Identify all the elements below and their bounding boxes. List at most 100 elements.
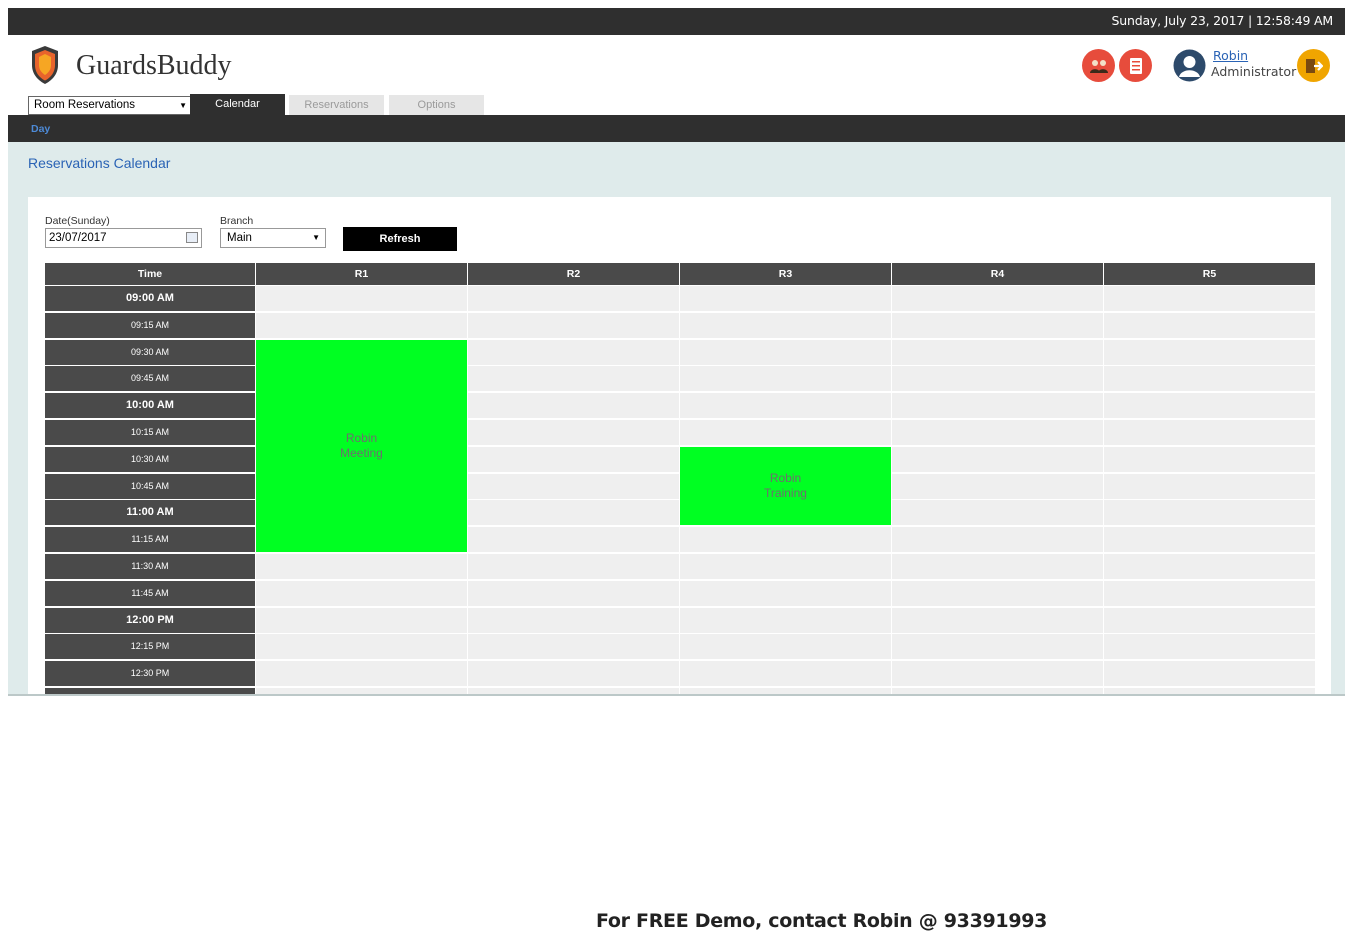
calendar-cell[interactable] [1104, 527, 1315, 553]
calendar-cell[interactable] [892, 634, 1103, 660]
calendar-icon[interactable] [186, 232, 198, 243]
branch-select[interactable]: Main ▼ [220, 228, 326, 248]
calendar-cell[interactable] [256, 312, 467, 338]
module-select[interactable]: Room Reservations ▼ [28, 96, 192, 115]
tab-calendar[interactable]: Calendar [190, 94, 285, 116]
user-name-link[interactable]: Robin [1213, 48, 1248, 63]
calendar-cell[interactable] [680, 339, 891, 365]
avatar-icon[interactable] [1173, 49, 1206, 82]
calendar-cell[interactable] [680, 607, 891, 633]
calendar-cell[interactable] [680, 286, 891, 311]
calendar-cell[interactable] [256, 634, 467, 660]
top-bar: Sunday, July 23, 2017 | 12:58:49 AM [8, 8, 1345, 35]
logout-icon[interactable] [1297, 49, 1330, 82]
calendar-cell[interactable] [468, 527, 679, 553]
calendar-cell[interactable] [468, 554, 679, 579]
calendar-cell[interactable] [892, 312, 1103, 338]
reservation-block[interactable]: Robin Training [680, 446, 891, 526]
time-slot-label: 12:30 PM [45, 661, 255, 687]
tab-options[interactable]: Options [389, 95, 484, 116]
calendar-cell[interactable] [892, 393, 1103, 419]
calendar-cell[interactable] [256, 661, 467, 687]
calendar-cell[interactable] [256, 286, 467, 311]
calendar-cell[interactable] [468, 366, 679, 392]
calendar-cell[interactable] [892, 473, 1103, 499]
users-icon[interactable] [1082, 49, 1115, 82]
calendar-cell[interactable] [1104, 634, 1315, 660]
calendar-cell[interactable] [1104, 500, 1315, 526]
room-header-r5: R5 [1104, 263, 1315, 285]
calendar-cell[interactable] [1104, 661, 1315, 687]
calendar-cell[interactable] [892, 339, 1103, 365]
calendar-cell[interactable] [468, 312, 679, 338]
calendar-cell[interactable] [468, 393, 679, 419]
calendar-cell[interactable] [1104, 393, 1315, 419]
calendar-cell[interactable] [1104, 554, 1315, 579]
calendar-cell[interactable] [892, 420, 1103, 445]
time-slot-label: 09:00 AM [45, 286, 255, 311]
brand-name: GuardsBuddy [76, 50, 232, 81]
calendar-cell[interactable] [1104, 366, 1315, 392]
calendar-cell[interactable] [680, 554, 891, 579]
calendar-cell[interactable] [1104, 339, 1315, 365]
calendar-cell[interactable] [1104, 420, 1315, 445]
calendar-cell[interactable] [256, 580, 467, 606]
calendar-cell[interactable] [680, 527, 891, 553]
calendar-cell[interactable] [1104, 580, 1315, 606]
refresh-button[interactable]: Refresh [343, 227, 457, 251]
date-field[interactable]: 23/07/2017 [45, 228, 202, 248]
calendar-cell[interactable] [680, 420, 891, 445]
calendar-cell[interactable] [680, 580, 891, 606]
report-icon[interactable] [1119, 49, 1152, 82]
tab-reservations[interactable]: Reservations [289, 95, 384, 116]
calendar-cell[interactable] [680, 661, 891, 687]
datetime-display: Sunday, July 23, 2017 | 12:58:49 AM [1111, 13, 1334, 28]
time-slot-label: 09:15 AM [45, 312, 255, 338]
app-window: Sunday, July 23, 2017 | 12:58:49 AM Guar… [8, 8, 1345, 694]
calendar-cell[interactable] [468, 580, 679, 606]
time-slot-label: 10:00 AM [45, 393, 255, 419]
calendar-cell[interactable] [892, 366, 1103, 392]
calendar-cell[interactable] [468, 339, 679, 365]
calendar-cell[interactable] [468, 473, 679, 499]
calendar-cell[interactable] [468, 607, 679, 633]
calendar-cell[interactable] [680, 366, 891, 392]
calendar-cell[interactable] [892, 527, 1103, 553]
calendar-cell[interactable] [680, 393, 891, 419]
calendar-cell[interactable] [892, 580, 1103, 606]
room-header-r2: R2 [468, 263, 679, 285]
calendar-cell[interactable] [256, 607, 467, 633]
calendar-cell[interactable] [892, 554, 1103, 579]
calendar-cell[interactable] [468, 420, 679, 445]
calendar-cell[interactable] [468, 500, 679, 526]
calendar-cell[interactable] [680, 634, 891, 660]
nav-day[interactable]: Day [31, 123, 50, 135]
page-title: Reservations Calendar [28, 155, 171, 171]
calendar-cell[interactable] [468, 634, 679, 660]
calendar-cell[interactable] [468, 286, 679, 311]
calendar-cell[interactable] [468, 661, 679, 687]
date-label: Date(Sunday) [45, 215, 110, 227]
calendar-cell[interactable] [892, 661, 1103, 687]
calendar-cell[interactable] [1104, 286, 1315, 311]
time-slot-label: 10:45 AM [45, 473, 255, 499]
sub-nav-bar: Day [8, 115, 1345, 142]
calendar-cell[interactable] [892, 286, 1103, 311]
calendar-cell[interactable] [892, 607, 1103, 633]
calendar-cell[interactable] [892, 500, 1103, 526]
calendar-cell[interactable] [680, 312, 891, 338]
calendar-cell[interactable] [256, 554, 467, 579]
calendar-cell[interactable] [1104, 607, 1315, 633]
reservation-text: Robin Meeting [340, 431, 383, 461]
calendar-cell[interactable] [468, 446, 679, 472]
calendar-cell[interactable] [1104, 473, 1315, 499]
reservation-block[interactable]: Robin Meeting [256, 339, 467, 553]
calendar-cell[interactable] [892, 446, 1103, 472]
room-header-r1: R1 [256, 263, 467, 285]
chevron-down-icon: ▼ [312, 233, 320, 242]
calendar-cell[interactable] [1104, 446, 1315, 472]
chevron-down-icon: ▼ [179, 101, 187, 110]
reservation-text: Robin Training [764, 471, 807, 501]
calendar-cell[interactable] [1104, 312, 1315, 338]
time-slot-label: 09:30 AM [45, 339, 255, 365]
